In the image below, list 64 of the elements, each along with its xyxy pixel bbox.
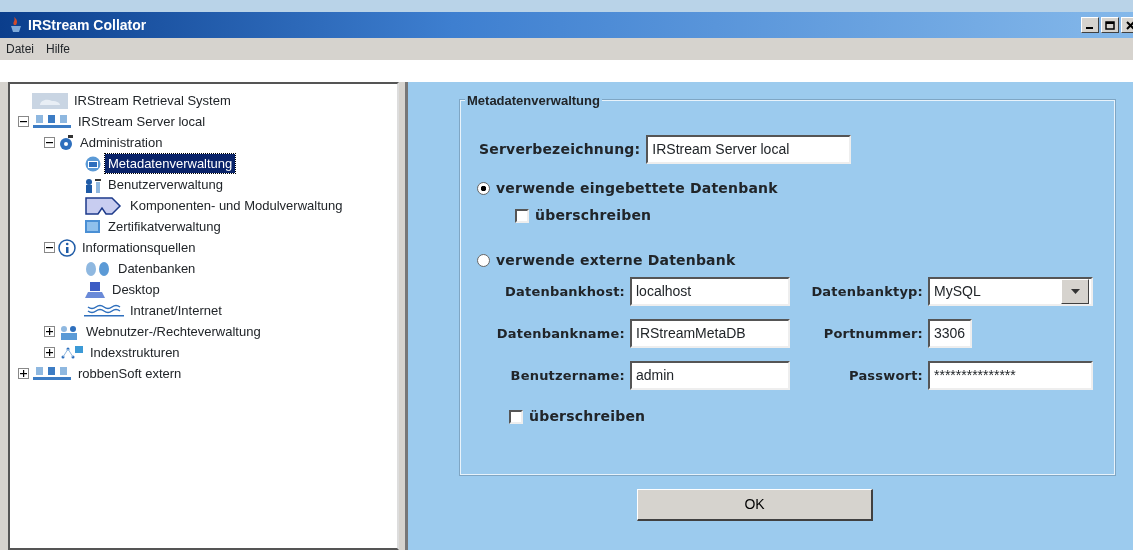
tree-item[interactable]: IRStream Retrieval System xyxy=(71,90,234,111)
text-field[interactable]: IRStreamMetaDB xyxy=(630,319,790,348)
minus-icon xyxy=(46,139,53,146)
tree-item[interactable]: Webnutzer-/Rechteverwaltung xyxy=(83,321,264,342)
tree-item[interactable]: IRStream Server local xyxy=(75,111,209,132)
text-field[interactable]: admin xyxy=(630,361,790,390)
tree-item[interactable]: Datenbanken xyxy=(115,258,199,279)
text-field[interactable]: IRStream Server local xyxy=(646,135,852,164)
plus-icon xyxy=(20,370,27,377)
plus-icon xyxy=(46,349,53,356)
text-field[interactable]: localhost xyxy=(630,277,790,306)
minimize-button[interactable] xyxy=(1081,17,1099,33)
field-label: Benutzername: xyxy=(509,366,625,385)
tree-item[interactable]: robbenSoft extern xyxy=(75,363,185,384)
minus-icon xyxy=(20,118,27,125)
field-label: Datenbanktyp: xyxy=(810,282,923,301)
ok-button[interactable]: OK xyxy=(637,489,873,521)
dropdown[interactable]: MySQL xyxy=(928,277,1093,306)
puzzle-icon xyxy=(84,195,124,216)
field-label: Datenbankhost: xyxy=(504,282,625,301)
text-field[interactable]: 3306 xyxy=(928,319,972,348)
expand-toggle[interactable] xyxy=(44,326,55,337)
radio-label: verwende externe Datenbank xyxy=(496,251,736,270)
certificate-icon xyxy=(84,218,102,235)
tree-item[interactable]: Benutzerverwaltung xyxy=(105,174,226,195)
expand-toggle[interactable] xyxy=(44,347,55,358)
checkbox[interactable] xyxy=(509,409,523,424)
users-icon xyxy=(58,323,80,340)
menu-item[interactable]: Hilfe xyxy=(46,40,71,58)
checkbox-label: überschreiben xyxy=(529,407,646,426)
collapse-toggle[interactable] xyxy=(44,137,55,148)
users-icon xyxy=(84,176,102,193)
cloud-icon xyxy=(32,92,68,109)
tree-item[interactable]: Intranet/Internet xyxy=(127,300,225,321)
text-field[interactable]: *************** xyxy=(928,361,1093,390)
tree-item[interactable]: Administration xyxy=(77,132,166,153)
collapse-toggle[interactable] xyxy=(18,116,29,127)
app-icon xyxy=(8,16,24,34)
close-icon xyxy=(1125,20,1133,30)
field-label: Serverbezeichnung: xyxy=(479,140,641,159)
tree-item[interactable]: Informationsquellen xyxy=(79,237,199,258)
radio-button[interactable] xyxy=(477,254,490,267)
menu-item[interactable]: Datei xyxy=(6,40,34,58)
field-label: Datenbankname: xyxy=(495,324,625,343)
radio-button[interactable] xyxy=(477,182,490,195)
plus-icon xyxy=(46,328,53,335)
maximize-button[interactable] xyxy=(1101,17,1119,33)
tree-item[interactable]: Indexstrukturen xyxy=(87,342,183,363)
maximize-icon xyxy=(1105,20,1115,30)
tree-item[interactable]: Metadatenverwaltung xyxy=(105,153,236,174)
tree-item[interactable]: Desktop xyxy=(109,279,163,300)
checkbox-label: überschreiben xyxy=(535,206,652,225)
field-label: Portnummer: xyxy=(822,324,923,343)
field-label: Passwort: xyxy=(848,366,923,385)
collapse-toggle[interactable] xyxy=(44,242,55,253)
tree-item[interactable]: Zertifikatverwaltung xyxy=(105,216,224,237)
computer-icon xyxy=(84,280,106,299)
expand-toggle[interactable] xyxy=(18,368,29,379)
minus-icon xyxy=(46,244,53,251)
window-title: IRStream Collator xyxy=(28,15,147,35)
checkbox[interactable] xyxy=(515,208,529,223)
info-icon xyxy=(58,238,76,257)
radio-label: verwende eingebettete Datenbank xyxy=(496,179,778,198)
tree-item[interactable]: Komponenten- und Modulverwaltung xyxy=(127,195,346,216)
